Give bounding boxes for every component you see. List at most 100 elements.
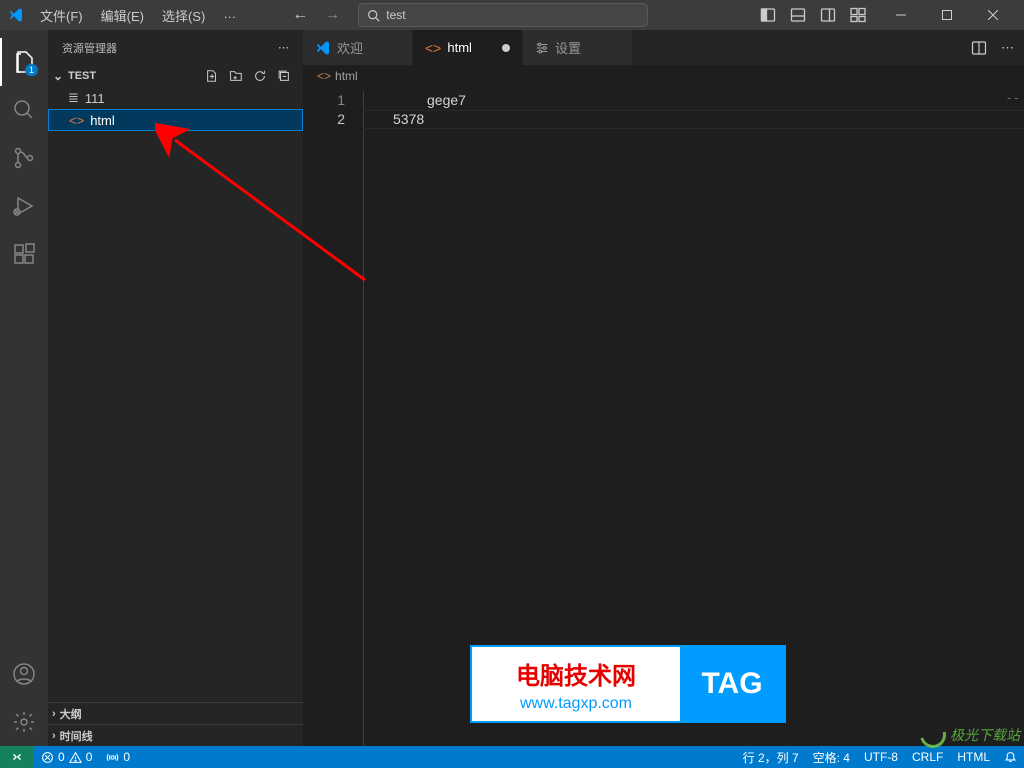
activity-run-debug[interactable] xyxy=(0,182,48,230)
sidebar-explorer: 资源管理器 ⋯ ⌄ TEST ≣ 111 <> html xyxy=(48,30,303,746)
watermark-tagxp: 电脑技术网 www.tagxp.com TAG xyxy=(470,645,786,723)
explorer-badge: 1 xyxy=(25,64,38,76)
dirty-indicator-icon xyxy=(502,44,510,52)
collapse-all-icon[interactable] xyxy=(277,69,291,83)
new-file-icon[interactable] xyxy=(205,69,219,83)
tab-label: 欢迎 xyxy=(337,38,363,57)
tree-item-111[interactable]: ≣ 111 xyxy=(48,87,303,109)
tab-html[interactable]: <> html xyxy=(413,30,523,65)
activity-search[interactable] xyxy=(0,86,48,134)
breadcrumb[interactable]: <> html xyxy=(303,65,1024,87)
swirl-icon xyxy=(915,717,951,753)
search-value: test xyxy=(386,8,405,22)
menu-selection[interactable]: 选择(S) xyxy=(154,2,213,29)
sidebar-header: 资源管理器 ⋯ xyxy=(48,30,303,65)
menu-edit[interactable]: 编辑(E) xyxy=(93,2,152,29)
status-encoding[interactable]: UTF-8 xyxy=(857,746,905,768)
status-indent[interactable]: 空格: 4 xyxy=(806,746,857,768)
titlebar: 文件(F) 编辑(E) 选择(S) … ← → test xyxy=(0,0,1024,30)
watermark2-text: 极光下载站 xyxy=(950,725,1020,745)
line-number-gutter: 1 2 xyxy=(303,87,363,746)
timeline-section[interactable]: › 时间线 xyxy=(48,724,303,746)
layout-controls xyxy=(760,7,866,23)
vscode-logo-icon xyxy=(315,40,331,56)
window-controls xyxy=(878,0,1016,30)
split-editor-icon[interactable] xyxy=(971,40,987,56)
chevron-down-icon: ⌄ xyxy=(52,69,64,83)
command-center-search[interactable]: test xyxy=(358,3,648,27)
outline-label: 大纲 xyxy=(60,706,82,722)
status-cursor[interactable]: 行 2，列 7 xyxy=(736,746,806,768)
window-minimize-button[interactable] xyxy=(878,0,924,30)
tab-actions: ⋯ xyxy=(961,30,1024,65)
activity-accounts[interactable] xyxy=(0,650,48,698)
watermark-line2: www.tagxp.com xyxy=(520,695,632,713)
menu-file[interactable]: 文件(F) xyxy=(32,2,91,29)
status-notifications-icon[interactable] xyxy=(997,746,1024,768)
html-file-icon: <> xyxy=(317,69,331,83)
toggle-primary-sidebar-icon[interactable] xyxy=(760,7,776,23)
tab-settings[interactable]: 设置 xyxy=(523,30,633,65)
watermark-jiguang: 极光下载站 xyxy=(920,722,1020,748)
activity-explorer[interactable]: 1 xyxy=(0,38,48,86)
status-bar: 0 0 0 行 2，列 7 空格: 4 UTF-8 CRLF HTML xyxy=(0,746,1024,768)
section-actions xyxy=(205,69,299,83)
activity-source-control[interactable] xyxy=(0,134,48,182)
main-area: 1 资源管理器 ⋯ ⌄ TEST xyxy=(0,30,1024,746)
tab-label: html xyxy=(447,40,472,55)
refresh-icon[interactable] xyxy=(253,69,267,83)
search-icon xyxy=(367,9,380,22)
outline-section[interactable]: › 大纲 xyxy=(48,702,303,724)
customize-layout-icon[interactable] xyxy=(850,7,866,23)
nav-forward-icon[interactable]: → xyxy=(324,6,340,24)
tab-more-icon[interactable]: ⋯ xyxy=(1001,40,1014,56)
tree-item-label: 111 xyxy=(85,91,105,106)
warning-count: 0 xyxy=(86,750,93,764)
status-problems[interactable]: 0 0 xyxy=(34,746,99,768)
activity-settings[interactable] xyxy=(0,698,48,746)
new-folder-icon[interactable] xyxy=(229,69,243,83)
tab-label: 设置 xyxy=(555,38,581,57)
sidebar-title: 资源管理器 xyxy=(62,40,117,56)
status-eol[interactable]: CRLF xyxy=(905,746,950,768)
html-file-icon: <> xyxy=(69,113,84,128)
toggle-secondary-sidebar-icon[interactable] xyxy=(820,7,836,23)
html-file-icon: <> xyxy=(425,40,441,56)
breadcrumb-label: html xyxy=(335,69,358,83)
sidebar-more-icon[interactable]: ⋯ xyxy=(278,41,289,54)
chevron-right-icon: › xyxy=(52,708,56,720)
status-language[interactable]: HTML xyxy=(950,746,997,768)
tree-item-label: html xyxy=(90,113,115,128)
timeline-label: 时间线 xyxy=(60,728,93,744)
tree-item-html[interactable]: <> html xyxy=(48,109,303,131)
remote-indicator[interactable] xyxy=(0,746,34,768)
menu-more[interactable]: … xyxy=(215,2,244,29)
tab-welcome[interactable]: 欢迎 xyxy=(303,30,413,65)
nav-back-icon[interactable]: ← xyxy=(292,6,308,24)
nav-arrows: ← → xyxy=(292,6,340,24)
editor-area: 欢迎 <> html 设置 ⋯ <> html 1 xyxy=(303,30,1024,746)
menu-bar: 文件(F) 编辑(E) 选择(S) … xyxy=(32,2,244,29)
watermark-line1: 电脑技术网 xyxy=(516,656,636,691)
sidebar-bottom: › 大纲 › 时间线 xyxy=(48,702,303,746)
window-maximize-button[interactable] xyxy=(924,0,970,30)
activity-bar: 1 xyxy=(0,30,48,746)
minimap-end-marker: -- xyxy=(1006,91,1020,105)
window-close-button[interactable] xyxy=(970,0,1016,30)
vscode-logo-icon xyxy=(8,7,24,23)
file-icon: ≣ xyxy=(68,90,79,106)
activity-extensions[interactable] xyxy=(0,230,48,278)
code-line: 5378 xyxy=(393,110,1024,129)
toggle-panel-icon[interactable] xyxy=(790,7,806,23)
folder-section-header[interactable]: ⌄ TEST xyxy=(48,65,303,87)
status-ports[interactable]: 0 xyxy=(99,746,137,768)
tab-bar: 欢迎 <> html 设置 ⋯ xyxy=(303,30,1024,65)
code-line: gege7 xyxy=(393,91,1024,110)
folder-name: TEST xyxy=(68,70,96,82)
watermark-tag: TAG xyxy=(680,647,784,721)
chevron-right-icon: › xyxy=(52,730,56,742)
settings-icon xyxy=(535,41,549,55)
file-tree: ≣ 111 <> html xyxy=(48,87,303,702)
error-count: 0 xyxy=(58,750,65,764)
ports-count: 0 xyxy=(123,750,130,764)
